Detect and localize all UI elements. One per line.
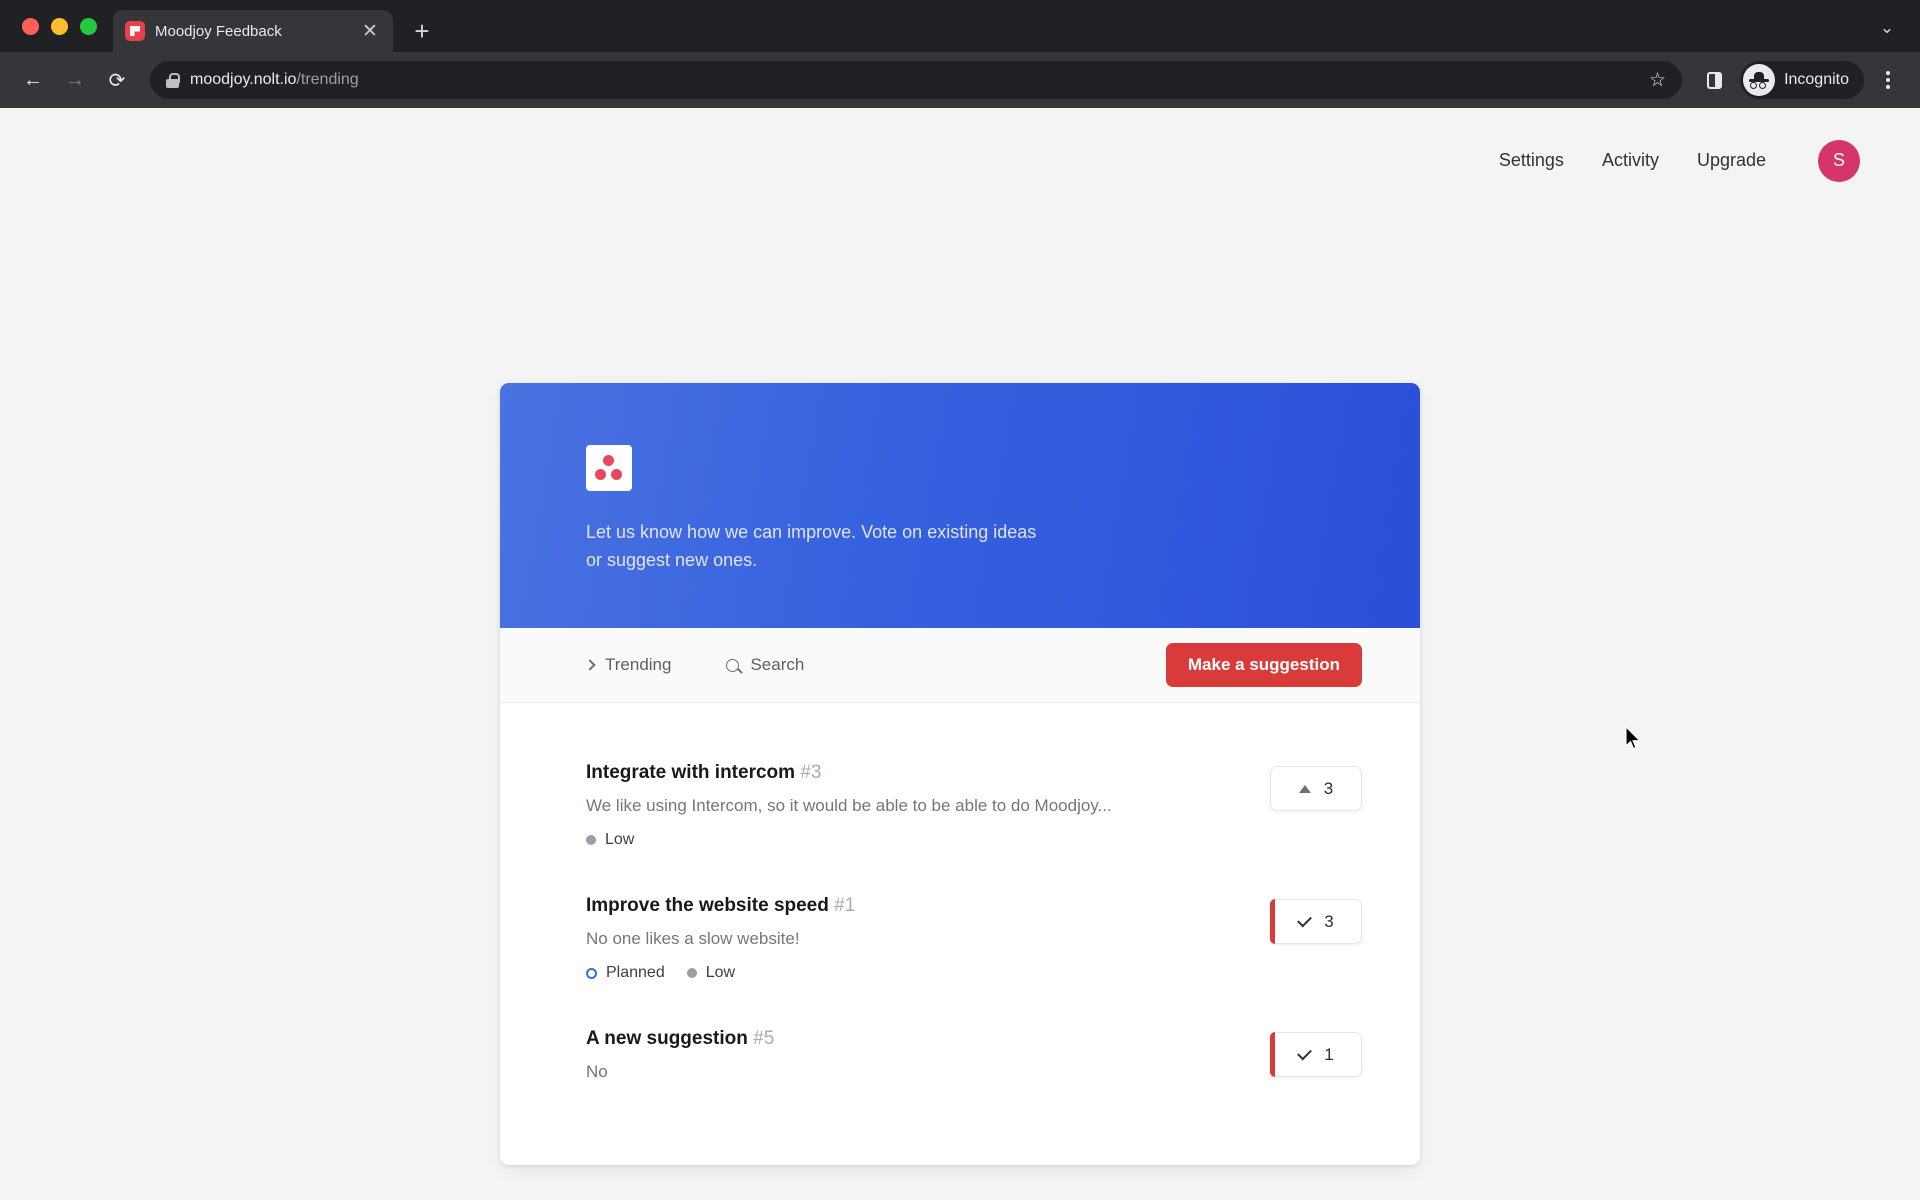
list-item-description: We like using Intercom, so it would be a…	[586, 796, 1112, 815]
tag-label: Planned	[606, 964, 665, 981]
check-icon	[1297, 1045, 1313, 1061]
incognito-avatar-icon	[1743, 64, 1776, 96]
page-viewport: Settings Activity Upgrade S Let us know …	[0, 108, 1920, 1200]
vote-button[interactable]: 1	[1270, 1032, 1362, 1077]
upvote-triangle-icon	[1298, 784, 1311, 793]
check-icon	[1297, 912, 1313, 928]
close-tab-icon[interactable]: ✕	[359, 20, 381, 42]
moodjoy-logo-icon	[586, 445, 632, 491]
board-toolbar: Trending Search Make a suggestion	[500, 628, 1420, 703]
list-item-title: Improve the website speed #1	[586, 895, 1240, 917]
close-window-button[interactable]	[22, 17, 39, 35]
list-item-title-text: Integrate with intercom	[586, 762, 796, 783]
list-item-content: Improve the website speed #1 No one like…	[586, 895, 1240, 982]
browser-toolbar: ← → ⟳ moodjoy.nolt.io/trending ☆ Incogni…	[0, 52, 1920, 108]
browser-tab[interactable]: Moodjoy Feedback ✕	[113, 10, 393, 52]
nav-link-upgrade[interactable]: Upgrade	[1697, 150, 1766, 171]
moodjoy-favicon-icon	[125, 21, 145, 41]
reload-button[interactable]: ⟳	[98, 61, 136, 99]
sort-label: Trending	[605, 655, 672, 674]
list-item-number: #3	[800, 762, 822, 783]
suggestion-list: Integrate with intercom #3 We like using…	[500, 703, 1420, 1165]
nav-link-settings[interactable]: Settings	[1499, 150, 1564, 171]
side-panel-icon[interactable]	[1696, 62, 1732, 98]
vote-button[interactable]: 3	[1270, 766, 1362, 811]
browser-window: Moodjoy Feedback ✕ + ⌄ ← → ⟳ moodjoy.nol…	[0, 0, 1920, 1200]
window-controls	[16, 0, 113, 52]
list-item-title: A new suggestion #5	[586, 1028, 1240, 1050]
search-icon	[726, 658, 740, 672]
lock-icon	[166, 72, 180, 88]
search-label: Search	[750, 655, 805, 674]
user-avatar[interactable]: S	[1818, 139, 1860, 182]
feedback-board-card: Let us know how we can improve. Vote on …	[500, 383, 1420, 1165]
make-a-suggestion-button[interactable]: Make a suggestion	[1165, 643, 1362, 687]
chevron-right-icon	[584, 659, 596, 671]
board-banner: Let us know how we can improve. Vote on …	[500, 383, 1420, 628]
address-bar[interactable]: moodjoy.nolt.io/trending ☆	[150, 61, 1683, 99]
list-item-description: No one likes a slow website!	[586, 929, 800, 948]
bookmark-star-icon[interactable]: ☆	[1649, 69, 1666, 92]
vote-count: 3	[1324, 911, 1334, 931]
nav-link-activity[interactable]: Activity	[1602, 150, 1659, 171]
forward-button[interactable]: →	[56, 61, 94, 99]
mouse-cursor	[1625, 726, 1641, 750]
list-item-number: #5	[753, 1028, 775, 1049]
priority-dot-icon	[586, 835, 596, 845]
list-item-title: Integrate with intercom #3	[586, 762, 1240, 784]
status-badge: Low	[586, 831, 634, 849]
vote-button[interactable]: 3	[1270, 899, 1362, 944]
planned-ring-icon	[586, 967, 597, 979]
url-text: moodjoy.nolt.io/trending	[190, 71, 359, 89]
list-item-title-text: A new suggestion	[586, 1028, 748, 1049]
list-item-number: #1	[834, 895, 856, 916]
search-button[interactable]: Search	[726, 655, 804, 675]
new-tab-button[interactable]: +	[401, 10, 443, 52]
url-domain: moodjoy.nolt.io	[190, 71, 297, 88]
status-badge: Planned	[586, 964, 665, 982]
browser-menu-icon[interactable]	[1870, 62, 1906, 98]
list-item-tags: Planned Low	[586, 964, 1240, 982]
priority-badge: Low	[686, 964, 736, 982]
list-item[interactable]: A new suggestion #5 No 1	[586, 1005, 1362, 1105]
list-item-content: A new suggestion #5 No	[586, 1028, 1240, 1082]
list-item-title-text: Improve the website speed	[586, 895, 829, 916]
minimize-window-button[interactable]	[51, 17, 68, 35]
incognito-label: Incognito	[1784, 71, 1849, 88]
incognito-profile-button[interactable]: Incognito	[1740, 61, 1864, 99]
back-button[interactable]: ←	[14, 61, 52, 99]
priority-dot-icon	[686, 968, 697, 978]
vote-count: 3	[1323, 778, 1334, 798]
tag-label: Low	[705, 964, 736, 981]
url-path: /trending	[296, 71, 359, 88]
tab-search-chevron-down-icon[interactable]: ⌄	[1872, 13, 1902, 43]
page-top-nav: Settings Activity Upgrade S	[0, 108, 1920, 213]
tab-title: Moodjoy Feedback	[155, 22, 282, 40]
list-item-description: No	[586, 1062, 608, 1081]
list-item-content: Integrate with intercom #3 We like using…	[586, 762, 1240, 849]
tag-label: Low	[605, 831, 635, 848]
list-item[interactable]: Integrate with intercom #3 We like using…	[586, 739, 1362, 872]
maximize-window-button[interactable]	[80, 17, 97, 35]
omnibox-actions: ☆	[1649, 69, 1666, 92]
board-tagline: Let us know how we can improve. Vote on …	[586, 522, 1037, 570]
list-item-tags: Low	[586, 831, 1240, 849]
vote-count: 1	[1324, 1044, 1334, 1064]
tab-strip: Moodjoy Feedback ✕ + ⌄	[0, 0, 1920, 52]
list-item[interactable]: Improve the website speed #1 No one like…	[586, 872, 1362, 1005]
sort-trending-button[interactable]: Trending	[584, 655, 672, 675]
